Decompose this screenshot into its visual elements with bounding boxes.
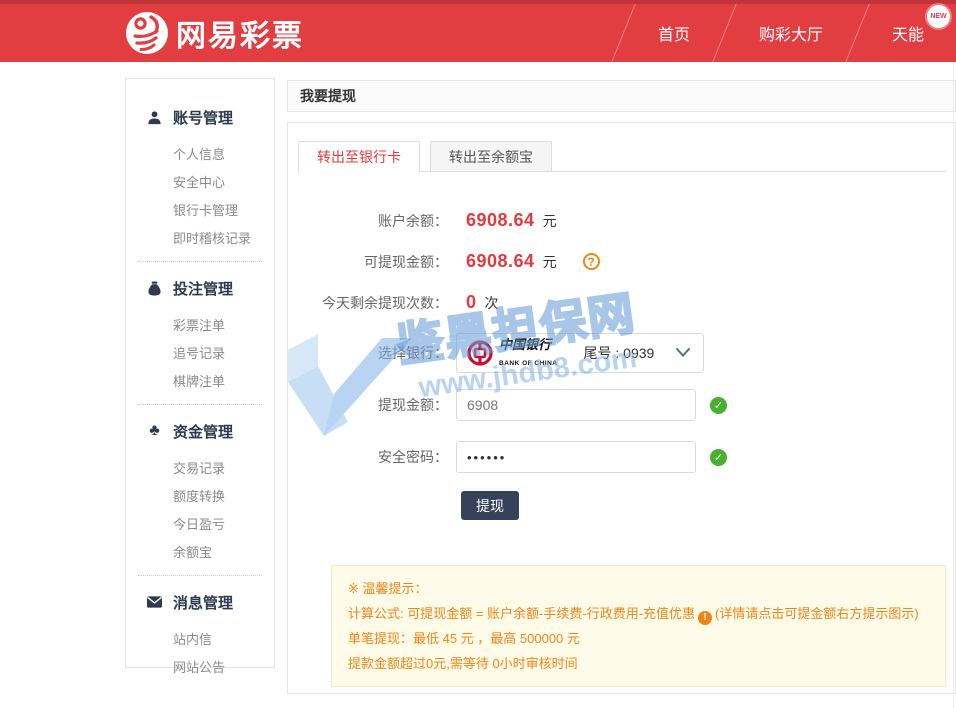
bank-name: 中国银行 BANK OF CHINA — [499, 337, 558, 369]
card-tail-number: 尾号 : 0939 — [584, 343, 655, 363]
withdrawable-label: 可提现金额： — [288, 252, 448, 272]
sidebar-list: 个人信息 安全中心 银行卡管理 即时稽核记录 — [126, 141, 274, 253]
top-header: 网易彩票 首页 购彩大厅 天能 NEW — [0, 0, 956, 62]
sidebar-item-security-center[interactable]: 安全中心 — [126, 169, 274, 197]
withdraw-submit-button[interactable]: 提现 — [461, 491, 519, 520]
moneybag-icon — [146, 280, 163, 297]
remaining-times-row: 今天剩余提现次数： 0 次 — [288, 292, 955, 313]
withdraw-panel: 转出至银行卡 转出至余额宝 账户余额： 6908.64 元 可提现金额： 690… — [287, 122, 956, 694]
sidebar-item-inbox[interactable]: 站内信 — [126, 626, 274, 654]
valid-check-icon: ✓ — [710, 397, 727, 414]
sidebar-item-announcements[interactable]: 网站公告 — [126, 654, 274, 682]
help-question-icon[interactable]: ? — [583, 253, 600, 270]
sidebar-list: 站内信 网站公告 — [126, 626, 274, 682]
user-icon — [146, 109, 163, 126]
divider — [138, 261, 262, 262]
new-badge: NEW — [927, 5, 950, 28]
balance-unit: 元 — [543, 211, 557, 231]
sidebar-item-lottery-bets[interactable]: 彩票注单 — [126, 312, 274, 340]
divider — [138, 404, 262, 405]
divider — [953, 62, 954, 708]
sidebar-item-quota-convert[interactable]: 额度转换 — [126, 483, 274, 511]
withdrawable-row: 可提现金额： 6908.64 元 ? — [288, 251, 955, 272]
main-nav: 首页 购彩大厅 天能 NEW — [621, 4, 956, 62]
withdraw-page: 网易彩票 首页 购彩大厅 天能 NEW 账号管理 个人信息 安全中心 银行卡管理… — [0, 0, 956, 708]
withdraw-form: 账户余额： 6908.64 元 可提现金额： 6908.64 元 ? 今天剩余提… — [288, 210, 955, 687]
amount-row: 提现金额： ✓ — [288, 389, 955, 421]
remaining-value: 0 — [466, 292, 477, 313]
nav-item-home[interactable]: 首页 — [626, 21, 722, 45]
sidebar-item-bank-card[interactable]: 银行卡管理 — [126, 197, 274, 225]
balance-label: 账户余额： — [288, 211, 448, 231]
tab-to-yuebao[interactable]: 转出至余额宝 — [430, 141, 552, 172]
tips-title: ※ 温馨提示： — [348, 576, 929, 601]
sidebar-item-today-pnl[interactable]: 今日盈亏 — [126, 511, 274, 539]
password-row: 安全密码： ✓ — [288, 441, 955, 473]
bank-select-dropdown[interactable]: 中国银行 BANK OF CHINA 尾号 : 0939 — [456, 333, 704, 373]
account-sidebar: 账号管理 个人信息 安全中心 银行卡管理 即时稽核记录 投注管理 彩票注单 追号… — [125, 78, 275, 668]
tips-box: ※ 温馨提示： 计算公式: 可提现金额 = 账户余额-手续费-行政费用-充值优惠… — [331, 565, 946, 687]
remaining-unit: 次 — [485, 293, 499, 313]
chevron-down-icon — [676, 344, 690, 362]
password-label: 安全密码： — [288, 447, 448, 467]
tips-formula-line: 计算公式: 可提现金额 = 账户余额-手续费-行政费用-充值优惠!(详情请点击可… — [348, 601, 929, 626]
sidebar-list: 交易记录 额度转换 今日盈亏 余额宝 — [126, 455, 274, 567]
sidebar-item-board-bets[interactable]: 棋牌注单 — [126, 368, 274, 396]
amount-label: 提现金额： — [288, 395, 448, 415]
remaining-label: 今天剩余提现次数： — [288, 293, 448, 313]
sidebar-section-messages: 消息管理 — [126, 588, 274, 616]
bank-of-china-logo-icon — [467, 340, 493, 366]
mail-icon — [146, 594, 163, 611]
nav-item-tianneng[interactable]: 天能 NEW — [860, 21, 956, 45]
sidebar-item-yuebao[interactable]: 余额宝 — [126, 539, 274, 567]
netease-lottery-logo-icon — [126, 12, 168, 54]
page-title-bar: 我要提现 — [287, 80, 956, 112]
tips-review-line: 提款金额超过0元,需等待 0小时审核时间 — [348, 651, 929, 676]
withdrawable-value: 6908.64 — [466, 251, 535, 272]
sidebar-item-chase-records[interactable]: 追号记录 — [126, 340, 274, 368]
sidebar-section-funds: ♣ 资金管理 — [126, 417, 274, 445]
alert-exclamation-icon[interactable]: ! — [698, 611, 712, 625]
bank-label: 选择银行： — [288, 343, 448, 363]
divider — [138, 575, 262, 576]
sidebar-item-personal-info[interactable]: 个人信息 — [126, 141, 274, 169]
sidebar-section-betting: 投注管理 — [126, 274, 274, 302]
balance-value: 6908.64 — [466, 210, 535, 231]
tips-limits-line: 单笔提现：最低 45 元 ，最高 500000 元 — [348, 626, 929, 651]
bank-row: 选择银行： 中国银行 BANK OF CHINA 尾号 : 0939 — [288, 333, 955, 373]
nav-item-lottery-hall[interactable]: 购彩大厅 — [727, 21, 855, 45]
sidebar-item-transactions[interactable]: 交易记录 — [126, 455, 274, 483]
withdrawable-unit: 元 — [543, 252, 557, 272]
withdraw-tabs: 转出至银行卡 转出至余额宝 — [298, 141, 947, 172]
withdraw-amount-input[interactable] — [456, 389, 696, 421]
club-icon: ♣ — [146, 423, 163, 440]
sidebar-section-account: 账号管理 — [126, 103, 274, 131]
sidebar-list: 彩票注单 追号记录 棋牌注单 — [126, 312, 274, 396]
page-title: 我要提现 — [300, 86, 356, 106]
balance-row: 账户余额： 6908.64 元 — [288, 210, 955, 231]
brand[interactable]: 网易彩票 — [126, 11, 304, 55]
brand-name: 网易彩票 — [176, 11, 304, 55]
sidebar-item-audit-records[interactable]: 即时稽核记录 — [126, 225, 274, 253]
tab-to-bank-card[interactable]: 转出至银行卡 — [298, 141, 420, 172]
valid-check-icon: ✓ — [710, 449, 727, 466]
security-password-input[interactable] — [456, 441, 696, 473]
